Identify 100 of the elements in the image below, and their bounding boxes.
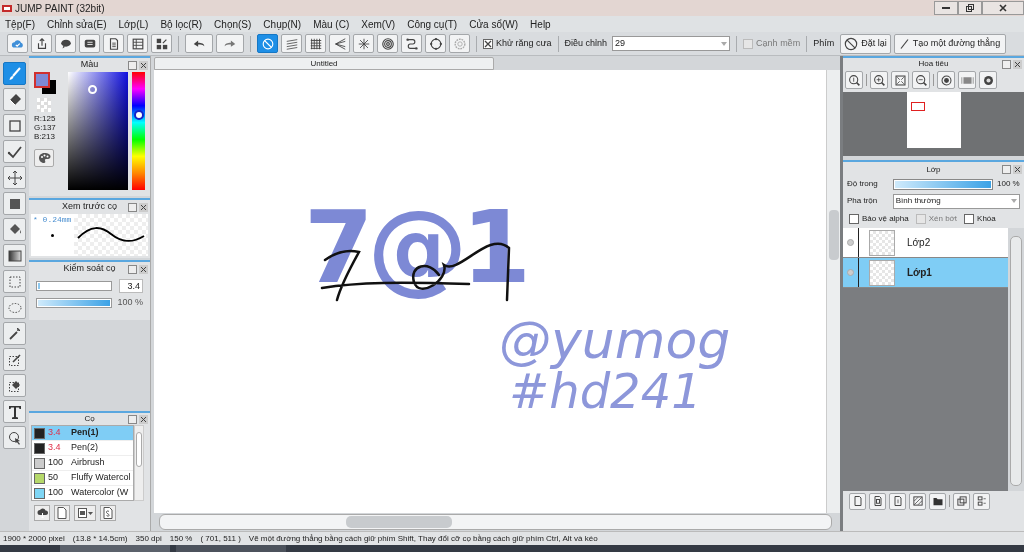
reset-button[interactable]: Đặt lại [840, 33, 891, 54]
tool-button[interactable] [3, 140, 26, 163]
tool-button[interactable] [3, 166, 26, 189]
horizontal-scrollbar[interactable] [159, 514, 832, 530]
layer-row[interactable]: Lớp1 [843, 258, 1008, 288]
close-icon[interactable] [139, 264, 148, 274]
menu-item[interactable]: Chọn(S) [214, 16, 252, 32]
checkbox[interactable] [483, 38, 493, 49]
layer-button[interactable] [889, 492, 906, 510]
tool-button[interactable] [3, 192, 26, 215]
toolbar-button[interactable] [401, 34, 422, 53]
viewport-rectangle[interactable] [910, 102, 925, 111]
new-brush-button[interactable] [54, 505, 70, 521]
straight-line-button[interactable]: Tạo một đường thẳng [893, 33, 1007, 54]
menu-item[interactable]: Chụp(N) [263, 16, 302, 32]
brush-item[interactable]: 100 Airbrush [32, 456, 133, 471]
saturation-value-square[interactable] [67, 72, 128, 190]
brush-menu-button[interactable] [74, 505, 96, 521]
brush-item[interactable]: 3.4 Pen(1) [32, 426, 133, 441]
tool-button[interactable] [3, 88, 26, 111]
navigator-button[interactable] [845, 71, 863, 89]
cloud-download-button[interactable] [34, 505, 50, 521]
folder-icon [931, 495, 944, 507]
navigator-button[interactable] [912, 71, 930, 89]
brush-size: 3.4 [48, 426, 62, 440]
toolbar-button[interactable] [281, 34, 302, 53]
close-icon[interactable] [139, 60, 148, 70]
document-tab[interactable]: Untitled [154, 57, 494, 70]
toolbar-button[interactable] [377, 34, 398, 53]
tool-button[interactable] [3, 218, 26, 241]
transparent-swatch[interactable] [37, 98, 51, 112]
toolbar-button[interactable] [425, 34, 446, 53]
tool-button[interactable] [3, 322, 26, 345]
brush-item[interactable]: 3.4 Pen(2) [32, 441, 133, 456]
rectangle-icon [6, 117, 23, 134]
close-icon[interactable] [1013, 165, 1022, 174]
restore-button[interactable] [958, 1, 982, 15]
toolbar-button[interactable] [185, 34, 213, 53]
menu-item[interactable]: Lớp(L) [118, 16, 149, 32]
checkbox-label: Khử răng cưa [496, 36, 552, 50]
tool-button[interactable] [3, 62, 26, 85]
scrollbar[interactable] [1008, 228, 1024, 491]
blend-dropdown[interactable]: Bình thường [892, 193, 1020, 209]
toolbar-button[interactable] [151, 34, 172, 53]
tool-button[interactable] [3, 426, 26, 449]
toolbar-button[interactable] [55, 34, 76, 53]
menu-item[interactable]: Công cụ(T) [407, 16, 458, 32]
checkbox[interactable] [849, 214, 859, 224]
adjust-dropdown[interactable]: 29 [612, 36, 731, 51]
layer-row[interactable]: Lớp2 [843, 228, 1008, 258]
checkbox-label: Khóa [977, 213, 996, 225]
menu-item[interactable]: Chỉnh sửa(E) [47, 16, 107, 32]
brush-size-label: * 0.24mm [33, 214, 72, 226]
close-icon[interactable] [1013, 59, 1022, 69]
navigator-button[interactable] [891, 71, 909, 89]
close-icon[interactable] [139, 202, 148, 212]
layer-button[interactable] [929, 492, 946, 510]
size-slider[interactable] [36, 281, 112, 291]
menu-item[interactable]: Cửa sổ(W) [469, 16, 519, 32]
menu-item[interactable]: Help [530, 16, 551, 32]
undock-icon[interactable] [1002, 165, 1011, 174]
toolbar-button[interactable] [31, 34, 52, 53]
toolbar-button[interactable] [79, 34, 100, 53]
brush-item[interactable]: 50 Fluffy Watercol [32, 471, 133, 486]
menu-item[interactable]: Bộ lọc(R) [160, 16, 203, 32]
menu-item[interactable]: Tệp(F) [5, 16, 35, 32]
tool-button[interactable] [3, 244, 26, 267]
navigator-button[interactable] [870, 71, 888, 89]
layer-button[interactable] [849, 492, 866, 510]
toolbar-button[interactable] [353, 34, 374, 53]
tool-button[interactable] [3, 374, 26, 397]
visibility-dot-icon[interactable] [847, 269, 854, 276]
toolbar-button[interactable] [127, 34, 148, 53]
toolbar-button[interactable] [257, 34, 278, 53]
visibility-dot-icon[interactable] [847, 239, 854, 246]
toolbar-button[interactable] [329, 34, 350, 53]
tool-button[interactable] [3, 348, 26, 371]
toolbar-button[interactable] [216, 34, 244, 53]
brush-name: Pen(2) [71, 441, 98, 455]
menu-item[interactable]: Màu (C) [313, 16, 350, 32]
toolbar-button[interactable] [103, 34, 124, 53]
toolbar-button[interactable] [305, 34, 326, 53]
menu-item[interactable]: Xem(V) [361, 16, 396, 32]
tool-button[interactable] [3, 400, 26, 423]
scrollbar[interactable] [134, 425, 144, 501]
color-swatches-drawing[interactable] [34, 72, 56, 94]
minimize-button[interactable] [934, 1, 958, 15]
move-icon [6, 169, 23, 186]
close-button[interactable] [982, 1, 1024, 15]
brush-name: Pen(1) [71, 426, 99, 440]
close-icon[interactable] [139, 414, 148, 424]
checkbox[interactable] [964, 214, 975, 224]
size-field[interactable]: 3.4 [119, 279, 143, 293]
opacity-value: 100 % [997, 178, 1020, 190]
palette-button[interactable] [34, 149, 54, 167]
perspective-lines-icon [332, 36, 347, 51]
layer-button[interactable] [869, 492, 886, 510]
vertical-scrollbar[interactable] [826, 70, 840, 513]
brush-settings-button[interactable] [100, 505, 116, 521]
caret-icon [721, 41, 728, 46]
